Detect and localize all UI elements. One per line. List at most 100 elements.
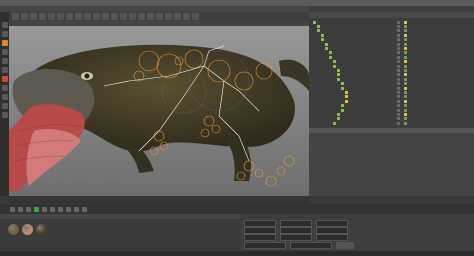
tag-icon[interactable]: [404, 29, 407, 33]
object-tree-row[interactable]: [309, 117, 474, 121]
tag-icon[interactable]: [404, 90, 407, 94]
tag-icon[interactable]: [404, 117, 407, 121]
visibility-toggle-icon[interactable]: [397, 90, 400, 94]
visibility-toggle-icon[interactable]: [397, 55, 400, 59]
polygons-mode-icon[interactable]: [1, 67, 8, 73]
object-tree-row[interactable]: [309, 64, 474, 68]
workplane-icon[interactable]: [1, 103, 8, 109]
axis-x-icon[interactable]: [66, 13, 73, 20]
tag-icon[interactable]: [404, 68, 407, 72]
object-tree-row[interactable]: [309, 90, 474, 94]
pen-icon[interactable]: [138, 13, 145, 20]
object-tree-row[interactable]: [309, 108, 474, 112]
tag-icon[interactable]: [404, 64, 407, 68]
position-z-field[interactable]: [244, 234, 276, 241]
previous-frame-icon[interactable]: [26, 206, 31, 212]
texture-mode-icon[interactable]: [1, 40, 8, 46]
object-tree-row[interactable]: [309, 24, 474, 28]
visibility-toggle-icon[interactable]: [397, 68, 400, 72]
apply-button[interactable]: [336, 242, 354, 249]
visibility-toggle-icon[interactable]: [397, 64, 400, 68]
edges-mode-icon[interactable]: [1, 58, 8, 64]
tag-icon[interactable]: [404, 77, 407, 81]
size-x-field[interactable]: [280, 220, 312, 227]
rotation-p-field[interactable]: [316, 227, 348, 234]
render-picture-viewer-icon[interactable]: [111, 13, 118, 20]
tag-icon[interactable]: [404, 24, 407, 28]
tag-icon[interactable]: [404, 86, 407, 90]
tag-icon[interactable]: [404, 20, 407, 24]
coord-system-icon[interactable]: [93, 13, 100, 20]
redo-icon[interactable]: [21, 13, 28, 20]
visibility-toggle-icon[interactable]: [397, 73, 400, 77]
tag-icon[interactable]: [404, 42, 407, 46]
tag-icon[interactable]: [404, 38, 407, 42]
rotation-h-field[interactable]: [316, 220, 348, 227]
tag-icon[interactable]: [404, 55, 407, 59]
subdivision-icon[interactable]: [147, 13, 154, 20]
visibility-toggle-icon[interactable]: [397, 20, 400, 24]
object-tree-row[interactable]: [309, 86, 474, 90]
visibility-toggle-icon[interactable]: [397, 112, 400, 116]
visibility-toggle-icon[interactable]: [397, 95, 400, 99]
tag-icon[interactable]: [404, 60, 407, 64]
tag-icon[interactable]: [404, 108, 407, 112]
rotate-icon[interactable]: [57, 13, 64, 20]
tag-icon[interactable]: [404, 46, 407, 50]
visibility-toggle-icon[interactable]: [397, 86, 400, 90]
visibility-toggle-icon[interactable]: [397, 121, 400, 125]
visibility-toggle-icon[interactable]: [397, 117, 400, 121]
object-tree-row[interactable]: [309, 55, 474, 59]
coord-mode-dropdown[interactable]: [244, 242, 286, 249]
object-tree-row[interactable]: [309, 60, 474, 64]
tag-icon[interactable]: [404, 104, 407, 108]
visibility-toggle-icon[interactable]: [397, 46, 400, 50]
play-icon[interactable]: [34, 206, 39, 212]
tag-icon[interactable]: [404, 121, 407, 125]
record-icon[interactable]: [66, 206, 71, 212]
size-z-field[interactable]: [280, 234, 312, 241]
object-tree-row[interactable]: [309, 68, 474, 72]
object-tree-row[interactable]: [309, 121, 474, 125]
axis-mode-icon[interactable]: [1, 76, 8, 82]
object-tree-row[interactable]: [309, 99, 474, 103]
visibility-toggle-icon[interactable]: [397, 33, 400, 37]
rotation-b-field[interactable]: [316, 234, 348, 241]
size-mode-dropdown[interactable]: [290, 242, 332, 249]
floor-icon[interactable]: [174, 13, 181, 20]
tag-icon[interactable]: [404, 82, 407, 86]
object-tree-row[interactable]: [309, 82, 474, 86]
visibility-toggle-icon[interactable]: [397, 24, 400, 28]
tag-icon[interactable]: [404, 99, 407, 103]
tag-icon[interactable]: [404, 112, 407, 116]
axis-z-icon[interactable]: [84, 13, 91, 20]
object-tree-row[interactable]: [309, 42, 474, 46]
object-tree-row[interactable]: [309, 46, 474, 50]
3d-viewport[interactable]: [9, 21, 309, 196]
visibility-toggle-icon[interactable]: [397, 29, 400, 33]
visibility-toggle-icon[interactable]: [397, 51, 400, 55]
object-tree-row[interactable]: [309, 20, 474, 24]
scale-icon[interactable]: [48, 13, 55, 20]
visibility-toggle-icon[interactable]: [397, 42, 400, 46]
camera-icon[interactable]: [183, 13, 190, 20]
live-selection-icon[interactable]: [30, 13, 37, 20]
model-mode-icon[interactable]: [1, 31, 8, 37]
object-tree-row[interactable]: [309, 73, 474, 77]
array-icon[interactable]: [156, 13, 163, 20]
axis-y-icon[interactable]: [75, 13, 82, 20]
position-x-field[interactable]: [244, 220, 276, 227]
object-tree-row[interactable]: [309, 51, 474, 55]
tag-icon[interactable]: [404, 73, 407, 77]
object-tree-row[interactable]: [309, 77, 474, 81]
object-tree-row[interactable]: [309, 38, 474, 42]
autokey-icon[interactable]: [74, 206, 79, 212]
object-tree-row[interactable]: [309, 104, 474, 108]
render-view-icon[interactable]: [102, 13, 109, 20]
keyframe-selection-icon[interactable]: [82, 206, 87, 212]
material-swatch[interactable]: [22, 224, 33, 235]
material-swatch[interactable]: [8, 224, 19, 235]
next-key-icon[interactable]: [50, 206, 55, 212]
tag-icon[interactable]: [404, 95, 407, 99]
render-settings-icon[interactable]: [120, 13, 127, 20]
